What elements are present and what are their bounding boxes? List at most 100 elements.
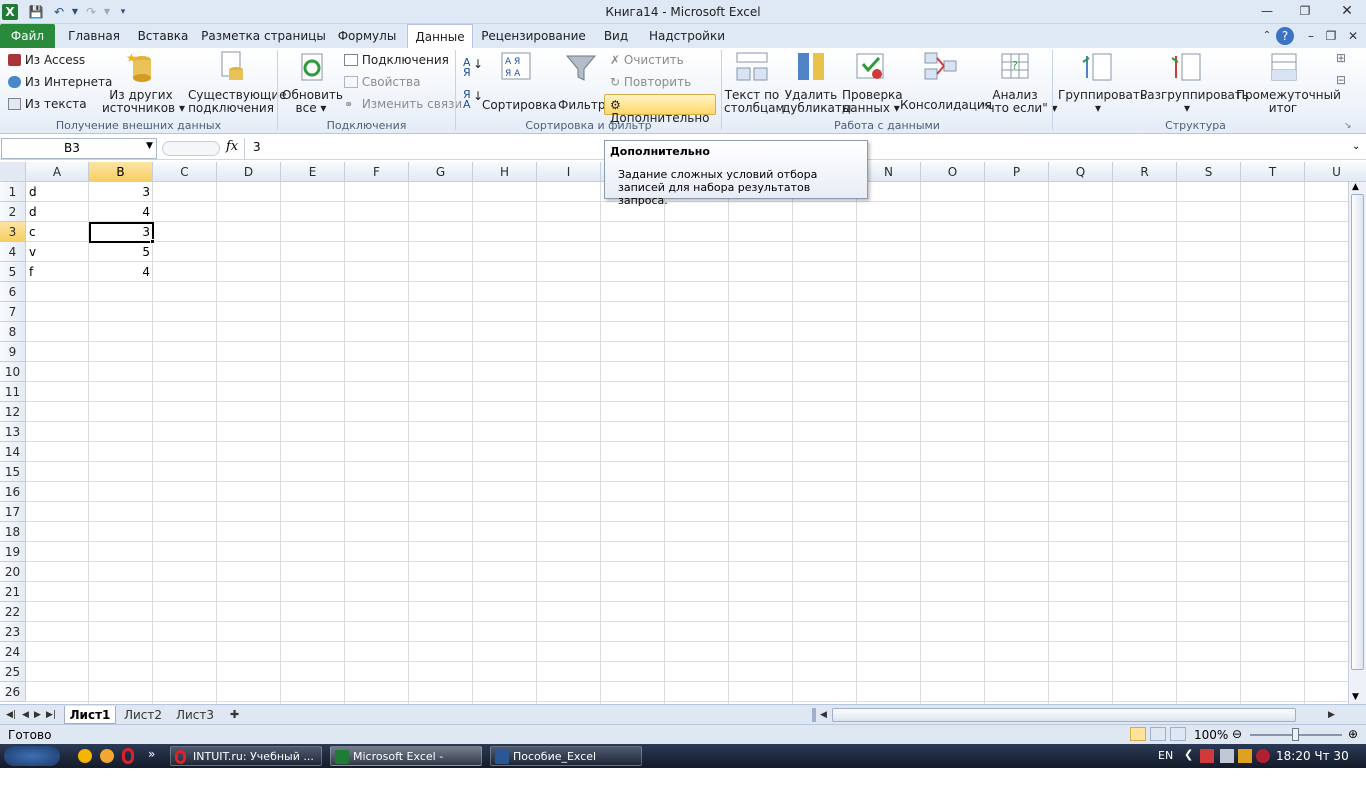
- tab-split-handle[interactable]: [812, 708, 816, 722]
- tray-icon-4[interactable]: [1256, 749, 1270, 763]
- tab-insert[interactable]: Вставка: [133, 24, 193, 48]
- zoom-in-icon[interactable]: ⊕: [1348, 727, 1358, 741]
- hide-detail-icon[interactable]: ⊟: [1336, 74, 1346, 87]
- cell-a5[interactable]: f: [26, 262, 89, 282]
- normal-view-icon[interactable]: [1130, 727, 1146, 741]
- name-box-dropdown-icon[interactable]: ▼: [146, 141, 153, 151]
- other-sources-button[interactable]: ★ Из других источников ▾: [102, 50, 185, 115]
- sort-az-button[interactable]: АЯ: [463, 57, 471, 78]
- tooltip: Дополнительно Задание сложных условий от…: [604, 140, 868, 207]
- remove-duplicates-button[interactable]: Удалить дубликаты: [782, 50, 851, 115]
- from-text-button[interactable]: Из текста: [8, 98, 87, 111]
- close-icon[interactable]: ✕: [1334, 2, 1360, 20]
- horizontal-scroll-thumb[interactable]: [832, 708, 1296, 722]
- data-validation-button[interactable]: Проверка данных ▾: [842, 50, 903, 115]
- first-sheet-icon[interactable]: ◀|: [6, 706, 16, 724]
- tray-icon-3[interactable]: [1238, 749, 1252, 763]
- show-detail-icon[interactable]: ⊞: [1336, 52, 1346, 65]
- existing-connections-button[interactable]: Существующие подключения: [188, 50, 287, 115]
- edit-links-button[interactable]: ⚭ Изменить связи: [344, 98, 462, 112]
- last-sheet-icon[interactable]: ▶|: [46, 706, 56, 724]
- page-layout-view-icon[interactable]: [1150, 727, 1166, 741]
- from-web-button[interactable]: Из Интернета: [8, 76, 112, 89]
- opera-icon[interactable]: [122, 748, 134, 764]
- next-sheet-icon[interactable]: ▶: [34, 706, 41, 724]
- minimize-icon[interactable]: —: [1254, 2, 1280, 20]
- language-indicator[interactable]: EN: [1158, 749, 1173, 762]
- outline-dialog-launcher-icon[interactable]: ↘: [1344, 120, 1352, 133]
- svg-text:?: ?: [1012, 59, 1018, 72]
- tab-review[interactable]: Рецензирование: [480, 24, 587, 48]
- connections-button[interactable]: Подключения: [344, 54, 449, 67]
- help-icon[interactable]: ?: [1276, 27, 1294, 45]
- cell-a2[interactable]: d: [26, 202, 89, 222]
- start-button[interactable]: [4, 746, 60, 766]
- from-access-button[interactable]: Из Access: [8, 54, 85, 67]
- tab-addins[interactable]: Надстройки: [645, 24, 729, 48]
- scroll-left-icon[interactable]: ◀: [820, 706, 827, 724]
- zoom-level[interactable]: 100%: [1194, 728, 1228, 742]
- sort-za-button[interactable]: ЯА: [463, 89, 471, 110]
- what-if-button[interactable]: ? Анализ "что если" ▾: [982, 50, 1058, 115]
- tab-data[interactable]: Данные: [407, 24, 473, 48]
- tray-icon-2[interactable]: [1220, 749, 1234, 763]
- cell-b4[interactable]: 5: [89, 242, 153, 262]
- cell-b2[interactable]: 4: [89, 202, 153, 222]
- taskbar-item-excel[interactable]: Microsoft Excel - Книг...: [330, 746, 482, 783]
- formula-bar-handle[interactable]: [162, 141, 220, 156]
- tab-formulas[interactable]: Формулы: [333, 24, 401, 48]
- properties-button[interactable]: Свойства: [344, 76, 420, 89]
- tray-icon-1[interactable]: [1200, 749, 1214, 763]
- cell-b1[interactable]: 3: [89, 182, 153, 202]
- tab-home[interactable]: Главная: [60, 24, 128, 48]
- taskbar-overflow-icon[interactable]: »: [148, 747, 155, 761]
- taskbar-item-word[interactable]: Пособие_Excel 2010....: [490, 746, 642, 783]
- name-box[interactable]: B3: [1, 138, 157, 159]
- filter-button[interactable]: Фильтр: [558, 50, 605, 112]
- scroll-down-icon[interactable]: ▼: [1352, 692, 1359, 702]
- clear-filter-button[interactable]: ✗ Очистить: [610, 54, 684, 67]
- subtotal-button[interactable]: Промежуточный итог: [1236, 50, 1341, 115]
- vertical-scrollbar[interactable]: ▲ ▼: [1348, 182, 1366, 704]
- page-break-view-icon[interactable]: [1170, 727, 1186, 741]
- tab-view[interactable]: Вид: [596, 24, 636, 48]
- fill-handle[interactable]: [150, 239, 155, 244]
- quicklaunch-icon-1[interactable]: [78, 749, 92, 763]
- sheet-tab-2[interactable]: Лист2: [120, 706, 166, 724]
- active-cell-border[interactable]: [89, 222, 154, 243]
- group-button[interactable]: Группировать ▾: [1058, 50, 1147, 115]
- restore-icon[interactable]: ❐: [1292, 2, 1318, 20]
- taskbar-item-browser[interactable]: INTUIT.ru: Учебный ...: [170, 746, 322, 766]
- tab-page-layout[interactable]: Разметка страницы: [200, 24, 327, 48]
- quicklaunch-icon-2[interactable]: [100, 749, 114, 763]
- zoom-out-icon[interactable]: ⊖: [1232, 727, 1242, 741]
- status-bar: Готово 100% ⊖ ⊕: [0, 724, 1366, 744]
- consolidate-button[interactable]: Консолидация: [900, 50, 992, 112]
- text-to-columns-button[interactable]: Текст по столбцам: [724, 50, 785, 115]
- scroll-up-icon[interactable]: ▲: [1352, 182, 1359, 192]
- scroll-right-icon[interactable]: ▶: [1328, 706, 1335, 724]
- zoom-slider-thumb[interactable]: [1292, 728, 1299, 741]
- remove-duplicates-icon: [798, 53, 824, 80]
- cell-b5[interactable]: 4: [89, 262, 153, 282]
- cell-a1[interactable]: d: [26, 182, 89, 202]
- sort-button[interactable]: А ЯЯ А Сортировка: [482, 50, 557, 112]
- workbook-close-icon[interactable]: ✕: [1340, 27, 1366, 45]
- cell-a4[interactable]: v: [26, 242, 89, 262]
- insert-function-icon[interactable]: fx: [226, 139, 238, 154]
- reapply-button[interactable]: ↻ Повторить: [610, 76, 691, 89]
- gridlines: [26, 182, 1348, 704]
- sheet-tab-1[interactable]: Лист1: [64, 706, 116, 724]
- refresh-all-button[interactable]: Обновить все ▾: [282, 50, 343, 115]
- insert-sheet-icon[interactable]: ✚: [230, 706, 239, 724]
- vertical-scroll-thumb[interactable]: [1351, 194, 1364, 670]
- sheet-tab-3[interactable]: Лист3: [172, 706, 218, 724]
- prev-sheet-icon[interactable]: ◀: [22, 706, 29, 724]
- globe-icon: [8, 76, 21, 88]
- tray-expand-icon[interactable]: ❮: [1184, 748, 1193, 761]
- advanced-filter-button[interactable]: ⚙ Дополнительно: [604, 94, 716, 125]
- tab-file[interactable]: Файл: [0, 24, 55, 48]
- cell-a3[interactable]: c: [26, 222, 89, 242]
- expand-formula-bar-icon[interactable]: ⌄: [1352, 141, 1360, 152]
- ungroup-button[interactable]: Разгруппировать ▾: [1140, 50, 1249, 115]
